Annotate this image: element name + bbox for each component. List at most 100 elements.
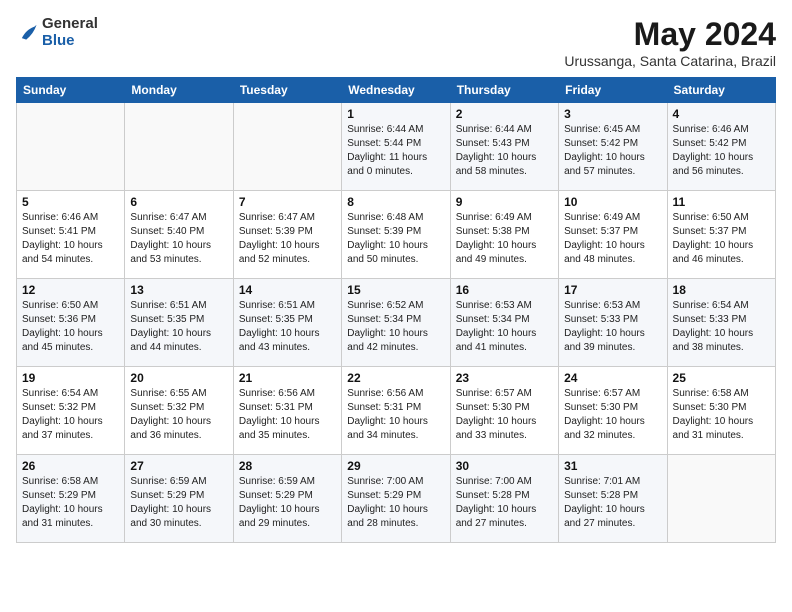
day-number: 16 — [456, 283, 553, 297]
calendar-day-cell: 13 Sunrise: 6:51 AM Sunset: 5:35 PM Dayli… — [125, 279, 233, 367]
day-number: 22 — [347, 371, 444, 385]
calendar-day-cell: 29 Sunrise: 7:00 AM Sunset: 5:29 PM Dayli… — [342, 455, 450, 543]
day-info: Sunrise: 6:54 AM Sunset: 5:32 PM Dayligh… — [22, 387, 119, 443]
day-number: 7 — [239, 195, 336, 209]
calendar-day-cell: 15 Sunrise: 6:52 AM Sunset: 5:34 PM Dayli… — [342, 279, 450, 367]
day-number: 28 — [239, 459, 336, 473]
calendar-day-cell: 28 Sunrise: 6:59 AM Sunset: 5:29 PM Dayli… — [233, 455, 341, 543]
calendar-week-row: 1Sunrise: 6:44 AM Sunset: 5:44 PM Daylig… — [17, 103, 776, 191]
day-info: Sunrise: 6:53 AM Sunset: 5:33 PM Dayligh… — [564, 299, 661, 355]
weekday-header: Tuesday — [233, 78, 341, 103]
day-info: Sunrise: 6:45 AM Sunset: 5:42 PM Dayligh… — [564, 123, 661, 179]
day-number: 23 — [456, 371, 553, 385]
calendar-day-cell: 12 Sunrise: 6:50 AM Sunset: 5:36 PM Dayli… — [17, 279, 125, 367]
calendar-day-cell: 30Sunrise: 7:00 AM Sunset: 5:28 PM Dayli… — [450, 455, 558, 543]
calendar-day-cell: 14 Sunrise: 6:51 AM Sunset: 5:35 PM Dayli… — [233, 279, 341, 367]
day-info: Sunrise: 6:58 AM Sunset: 5:30 PM Dayligh… — [673, 387, 770, 443]
day-info: Sunrise: 7:00 AM Sunset: 5:29 PM Dayligh… — [347, 475, 444, 531]
calendar-day-cell: 31Sunrise: 7:01 AM Sunset: 5:28 PM Dayli… — [559, 455, 667, 543]
day-number: 21 — [239, 371, 336, 385]
day-info: Sunrise: 6:46 AM Sunset: 5:42 PM Dayligh… — [673, 123, 770, 179]
day-info: Sunrise: 6:47 AM Sunset: 5:40 PM Dayligh… — [130, 211, 227, 267]
day-info: Sunrise: 6:48 AM Sunset: 5:39 PM Dayligh… — [347, 211, 444, 267]
calendar-day-cell: 26Sunrise: 6:58 AM Sunset: 5:29 PM Dayli… — [17, 455, 125, 543]
day-number: 2 — [456, 107, 553, 121]
day-info: Sunrise: 6:51 AM Sunset: 5:35 PM Dayligh… — [130, 299, 227, 355]
calendar-day-cell — [667, 455, 775, 543]
day-info: Sunrise: 6:59 AM Sunset: 5:29 PM Dayligh… — [239, 475, 336, 531]
day-number: 30 — [456, 459, 553, 473]
day-info: Sunrise: 6:56 AM Sunset: 5:31 PM Dayligh… — [239, 387, 336, 443]
calendar-day-cell — [125, 103, 233, 191]
calendar-day-cell: 3 Sunrise: 6:45 AM Sunset: 5:42 PM Daylig… — [559, 103, 667, 191]
day-info: Sunrise: 6:46 AM Sunset: 5:41 PM Dayligh… — [22, 211, 119, 267]
logo-general: General — [42, 16, 98, 33]
page-header: General Blue May 2024 Urussanga, Santa C… — [16, 16, 776, 69]
day-info: Sunrise: 6:51 AM Sunset: 5:35 PM Dayligh… — [239, 299, 336, 355]
weekday-header: Monday — [125, 78, 233, 103]
day-info: Sunrise: 6:44 AM Sunset: 5:43 PM Dayligh… — [456, 123, 553, 179]
calendar-day-cell: 1Sunrise: 6:44 AM Sunset: 5:44 PM Daylig… — [342, 103, 450, 191]
title-block: May 2024 Urussanga, Santa Catarina, Braz… — [564, 16, 776, 69]
calendar-day-cell: 4 Sunrise: 6:46 AM Sunset: 5:42 PM Daylig… — [667, 103, 775, 191]
calendar-day-cell: 22 Sunrise: 6:56 AM Sunset: 5:31 PM Dayli… — [342, 367, 450, 455]
day-number: 3 — [564, 107, 661, 121]
day-number: 12 — [22, 283, 119, 297]
calendar-day-cell: 25 Sunrise: 6:58 AM Sunset: 5:30 PM Dayli… — [667, 367, 775, 455]
calendar-day-cell — [233, 103, 341, 191]
day-number: 17 — [564, 283, 661, 297]
day-info: Sunrise: 6:59 AM Sunset: 5:29 PM Dayligh… — [130, 475, 227, 531]
logo-text: General Blue — [42, 16, 98, 49]
weekday-header: Sunday — [17, 78, 125, 103]
day-number: 9 — [456, 195, 553, 209]
calendar-day-cell: 24Sunrise: 6:57 AM Sunset: 5:30 PM Dayli… — [559, 367, 667, 455]
day-number: 4 — [673, 107, 770, 121]
calendar-week-row: 26Sunrise: 6:58 AM Sunset: 5:29 PM Dayli… — [17, 455, 776, 543]
calendar-day-cell: 7 Sunrise: 6:47 AM Sunset: 5:39 PM Daylig… — [233, 191, 341, 279]
day-number: 14 — [239, 283, 336, 297]
day-info: Sunrise: 6:57 AM Sunset: 5:30 PM Dayligh… — [456, 387, 553, 443]
day-info: Sunrise: 6:50 AM Sunset: 5:36 PM Dayligh… — [22, 299, 119, 355]
calendar-week-row: 5 Sunrise: 6:46 AM Sunset: 5:41 PM Daylig… — [17, 191, 776, 279]
day-number: 25 — [673, 371, 770, 385]
location: Urussanga, Santa Catarina, Brazil — [564, 53, 776, 69]
calendar-table: SundayMondayTuesdayWednesdayThursdayFrid… — [16, 77, 776, 543]
calendar-day-cell: 8Sunrise: 6:48 AM Sunset: 5:39 PM Daylig… — [342, 191, 450, 279]
calendar-day-cell: 23 Sunrise: 6:57 AM Sunset: 5:30 PM Dayli… — [450, 367, 558, 455]
logo-bird-icon — [16, 22, 38, 44]
calendar-day-cell: 17 Sunrise: 6:53 AM Sunset: 5:33 PM Dayli… — [559, 279, 667, 367]
day-number: 13 — [130, 283, 227, 297]
day-number: 11 — [673, 195, 770, 209]
calendar-day-cell: 5 Sunrise: 6:46 AM Sunset: 5:41 PM Daylig… — [17, 191, 125, 279]
day-number: 31 — [564, 459, 661, 473]
calendar-day-cell: 9 Sunrise: 6:49 AM Sunset: 5:38 PM Daylig… — [450, 191, 558, 279]
day-info: Sunrise: 6:49 AM Sunset: 5:38 PM Dayligh… — [456, 211, 553, 267]
calendar-day-cell: 18Sunrise: 6:54 AM Sunset: 5:33 PM Dayli… — [667, 279, 775, 367]
day-info: Sunrise: 6:54 AM Sunset: 5:33 PM Dayligh… — [673, 299, 770, 355]
day-number: 29 — [347, 459, 444, 473]
calendar-day-cell: 21 Sunrise: 6:56 AM Sunset: 5:31 PM Dayli… — [233, 367, 341, 455]
weekday-header-row: SundayMondayTuesdayWednesdayThursdayFrid… — [17, 78, 776, 103]
weekday-header: Saturday — [667, 78, 775, 103]
logo: General Blue — [16, 16, 98, 49]
day-number: 27 — [130, 459, 227, 473]
calendar-week-row: 19Sunrise: 6:54 AM Sunset: 5:32 PM Dayli… — [17, 367, 776, 455]
day-info: Sunrise: 6:49 AM Sunset: 5:37 PM Dayligh… — [564, 211, 661, 267]
day-number: 6 — [130, 195, 227, 209]
day-number: 15 — [347, 283, 444, 297]
day-number: 10 — [564, 195, 661, 209]
calendar-day-cell: 16Sunrise: 6:53 AM Sunset: 5:34 PM Dayli… — [450, 279, 558, 367]
calendar-day-cell: 2 Sunrise: 6:44 AM Sunset: 5:43 PM Daylig… — [450, 103, 558, 191]
day-number: 5 — [22, 195, 119, 209]
day-info: Sunrise: 6:52 AM Sunset: 5:34 PM Dayligh… — [347, 299, 444, 355]
day-info: Sunrise: 6:44 AM Sunset: 5:44 PM Dayligh… — [347, 123, 444, 179]
calendar-week-row: 12 Sunrise: 6:50 AM Sunset: 5:36 PM Dayli… — [17, 279, 776, 367]
month-title: May 2024 — [564, 16, 776, 53]
day-info: Sunrise: 6:47 AM Sunset: 5:39 PM Dayligh… — [239, 211, 336, 267]
calendar-day-cell: 6 Sunrise: 6:47 AM Sunset: 5:40 PM Daylig… — [125, 191, 233, 279]
logo-blue: Blue — [42, 33, 98, 50]
day-number: 20 — [130, 371, 227, 385]
calendar-day-cell: 20Sunrise: 6:55 AM Sunset: 5:32 PM Dayli… — [125, 367, 233, 455]
calendar-day-cell: 10 Sunrise: 6:49 AM Sunset: 5:37 PM Dayli… — [559, 191, 667, 279]
day-info: Sunrise: 6:56 AM Sunset: 5:31 PM Dayligh… — [347, 387, 444, 443]
